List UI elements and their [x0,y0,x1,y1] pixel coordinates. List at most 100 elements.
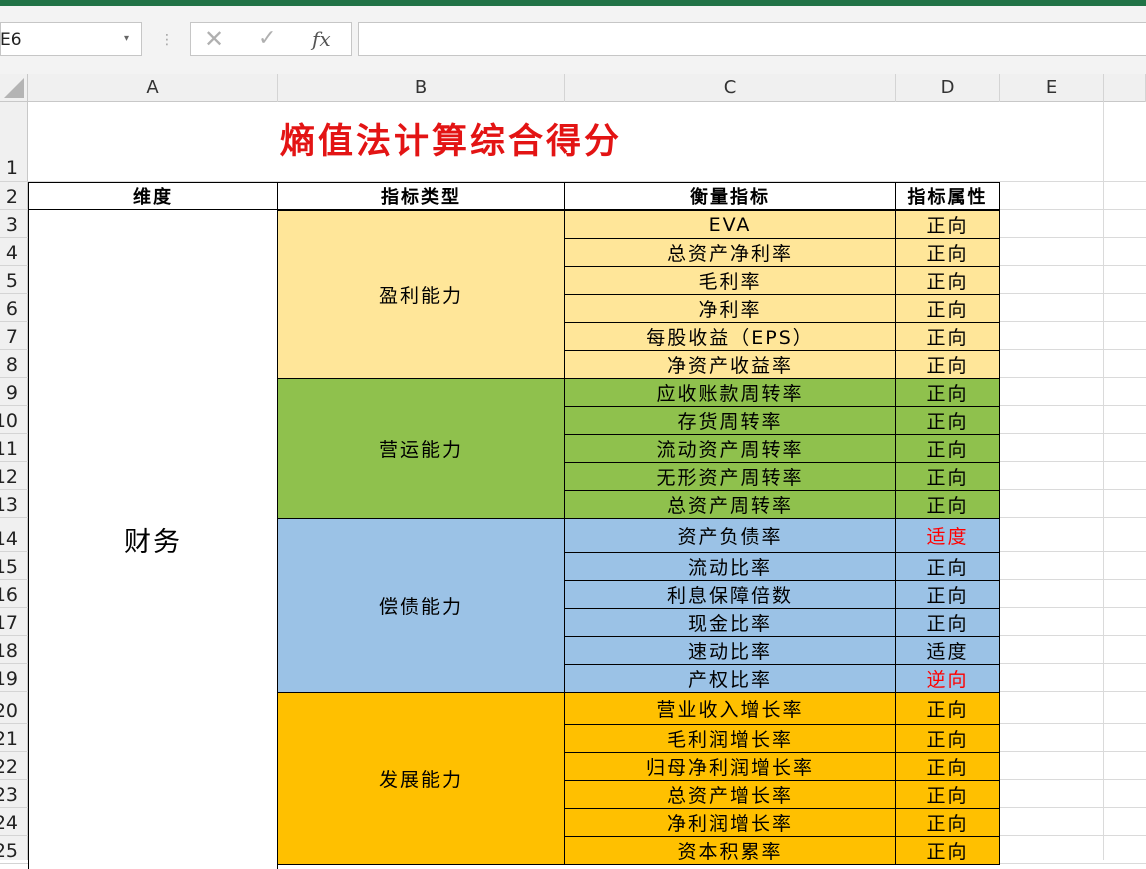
attribute-cell[interactable]: 正向 [895,808,1000,837]
metric-cell[interactable]: 资产负债率 [564,518,896,553]
attribute-cell[interactable]: 逆向 [895,664,1000,693]
row-header-5[interactable]: 5 [0,266,28,294]
metric-cell[interactable]: 净资产收益率 [564,350,896,379]
column-header-blank[interactable] [1104,74,1146,102]
attribute-cell[interactable]: 正向 [895,752,1000,781]
metric-cell[interactable]: 现金比率 [564,608,896,637]
row-header-21[interactable]: 21 [0,724,28,752]
row-header-14[interactable]: 14 [0,518,28,552]
attribute-cell[interactable]: 正向 [895,378,1000,407]
metric-cell[interactable]: 无形资产周转率 [564,462,896,491]
row-header-8[interactable]: 8 [0,350,28,378]
indicator-type-label: 营运能力 [378,439,463,461]
header-type[interactable]: 指标类型 [277,182,565,210]
insert-function-icon[interactable]: fx [312,26,342,52]
name-box-value[interactable]: E6 [0,30,100,50]
indicator-type-cell[interactable]: 营运能力 [277,378,565,519]
row-header-3[interactable]: 3 [0,210,28,238]
attribute-cell[interactable]: 正向 [895,724,1000,753]
row-header-24[interactable]: 24 [0,808,28,836]
header-attribute[interactable]: 指标属性 [895,182,1000,210]
dimension-cell[interactable]: 财务 [28,209,278,869]
metric-cell[interactable]: 应收账款周转率 [564,378,896,407]
attribute-cell[interactable]: 正向 [895,462,1000,491]
row-header-9[interactable]: 9 [0,378,28,406]
gridline-horizontal [1000,779,1146,780]
row-header-20[interactable]: 20 [0,692,28,724]
attribute-cell[interactable]: 正向 [895,406,1000,435]
cancel-icon[interactable]: ✕ [204,26,230,52]
metric-cell[interactable]: EVA [564,210,896,239]
metric-cell[interactable]: 归母净利润增长率 [564,752,896,781]
enter-icon[interactable]: ✓ [258,26,284,52]
column-header-e[interactable]: E [1000,74,1104,102]
attribute-cell[interactable]: 正向 [895,294,1000,323]
attribute-cell[interactable]: 正向 [895,434,1000,463]
row-header-13[interactable]: 13 [0,490,28,518]
metric-cell[interactable]: 速动比率 [564,636,896,665]
attribute-cell[interactable]: 正向 [895,836,1000,865]
row-header-6[interactable]: 6 [0,294,28,322]
metric-cell[interactable]: 产权比率 [564,664,896,693]
metric-cell[interactable]: 毛利率 [564,266,896,295]
row-header-15[interactable]: 15 [0,552,28,580]
attribute-cell[interactable]: 适度 [895,518,1000,553]
metric-cell[interactable]: 总资产周转率 [564,490,896,519]
row-header-11[interactable]: 11 [0,434,28,462]
row-header-18[interactable]: 18 [0,636,28,664]
row-header-16[interactable]: 16 [0,580,28,608]
more-icon[interactable]: ⋮ [160,29,174,51]
row-header-2[interactable]: 2 [0,182,28,210]
row-header-19[interactable]: 19 [0,664,28,692]
formula-input[interactable] [358,22,1146,56]
sheet-title[interactable]: 熵值法计算综合得分 [280,118,700,166]
column-header-b[interactable]: B [278,74,565,102]
chevron-down-icon[interactable]: ▾ [124,33,136,45]
metric-cell[interactable]: 资本积累率 [564,836,896,865]
column-header-a[interactable]: A [28,74,278,102]
metric-cell[interactable]: 流动比率 [564,552,896,581]
select-all-icon[interactable] [4,78,24,98]
row-header-7[interactable]: 7 [0,322,28,350]
metric-cell[interactable]: 总资产净利率 [564,238,896,267]
metric-cell[interactable]: 每股收益（EPS） [564,322,896,351]
row-header-10[interactable]: 10 [0,406,28,434]
row-header-12[interactable]: 12 [0,462,28,490]
indicator-type-cell[interactable]: 发展能力 [277,692,565,865]
attribute-cell[interactable]: 正向 [895,490,1000,519]
attribute-cell[interactable]: 正向 [895,238,1000,267]
gridline-horizontal [1000,377,1146,378]
gridline-horizontal [1000,691,1146,692]
row-header-22[interactable]: 22 [0,752,28,780]
attribute-cell[interactable]: 正向 [895,322,1000,351]
metric-cell[interactable]: 流动资产周转率 [564,434,896,463]
attribute-cell[interactable]: 正向 [895,266,1000,295]
metric-cell[interactable]: 净利率 [564,294,896,323]
metric-cell[interactable]: 毛利润增长率 [564,724,896,753]
row-header-23[interactable]: 23 [0,780,28,808]
gridline-horizontal [1000,265,1146,266]
metric-cell[interactable]: 存货周转率 [564,406,896,435]
attribute-cell[interactable]: 正向 [895,780,1000,809]
row-header-1[interactable]: 1 [0,102,28,182]
attribute-cell[interactable]: 正向 [895,210,1000,239]
column-header-d[interactable]: D [896,74,1000,102]
metric-cell[interactable]: 营业收入增长率 [564,692,896,725]
metric-cell[interactable]: 净利润增长率 [564,808,896,837]
indicator-type-cell[interactable]: 盈利能力 [277,210,565,379]
row-header-17[interactable]: 17 [0,608,28,636]
attribute-cell[interactable]: 适度 [895,636,1000,665]
metric-cell[interactable]: 总资产增长率 [564,780,896,809]
header-dimension[interactable]: 维度 [28,182,278,210]
metric-cell[interactable]: 利息保障倍数 [564,580,896,609]
indicator-type-cell[interactable]: 偿债能力 [277,518,565,693]
attribute-cell[interactable]: 正向 [895,580,1000,609]
attribute-cell[interactable]: 正向 [895,350,1000,379]
row-header-4[interactable]: 4 [0,238,28,266]
column-header-c[interactable]: C [565,74,896,102]
attribute-cell[interactable]: 正向 [895,608,1000,637]
header-metric[interactable]: 衡量指标 [564,182,896,210]
attribute-cell[interactable]: 正向 [895,552,1000,581]
attribute-cell[interactable]: 正向 [895,692,1000,725]
gridline-horizontal [1000,237,1146,238]
